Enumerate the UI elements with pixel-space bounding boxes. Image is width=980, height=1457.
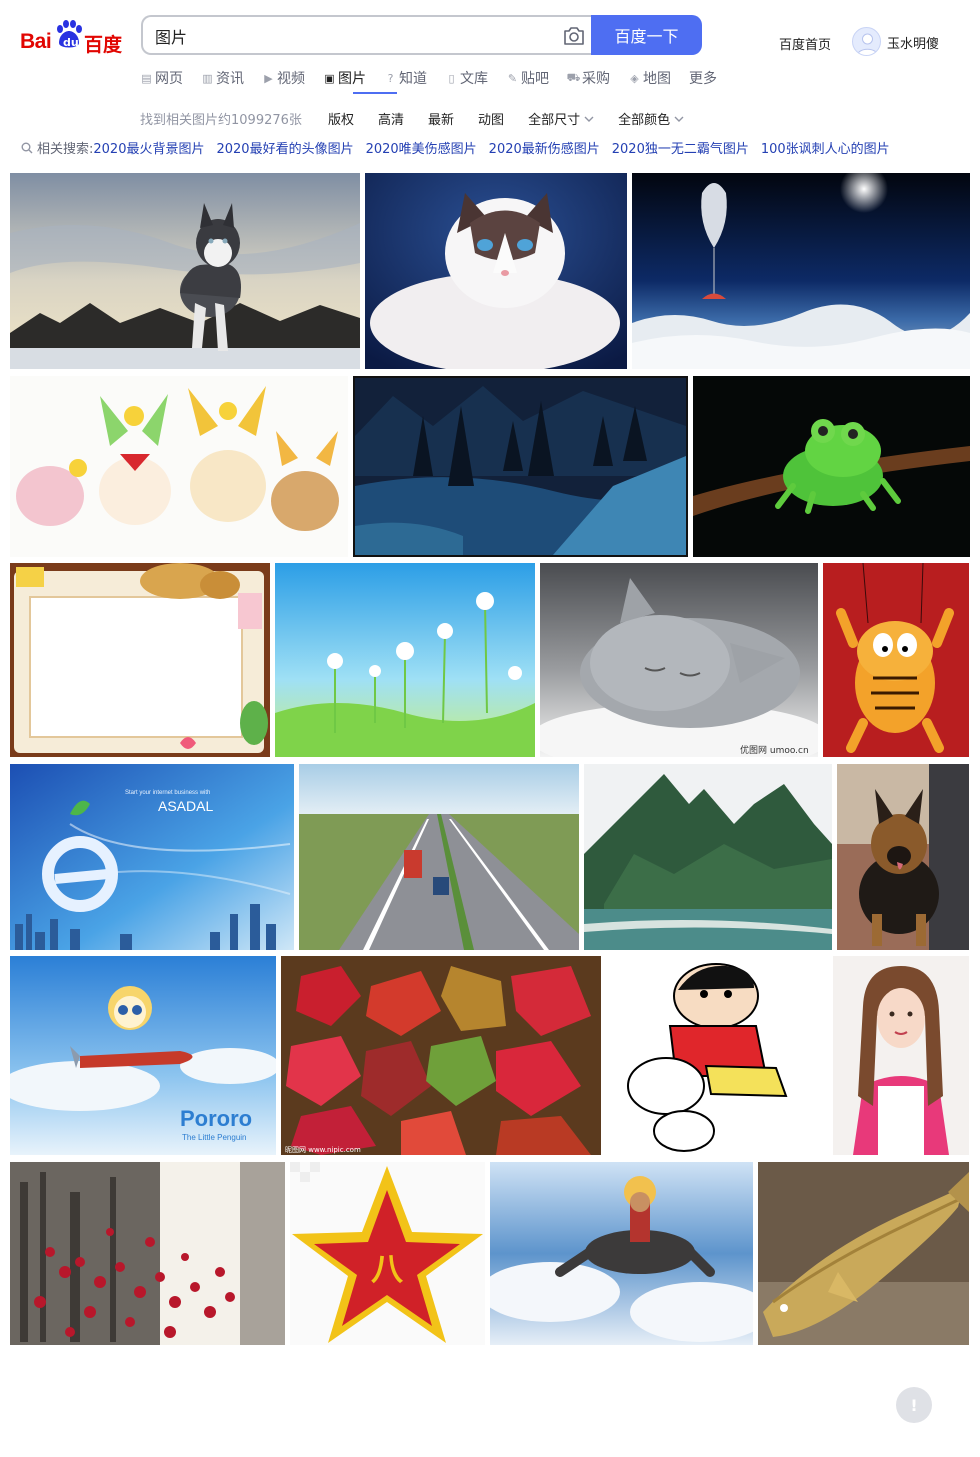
tab-label: 视频 [277, 71, 305, 87]
tab-3[interactable]: ▣ 图片 [323, 67, 366, 89]
logo-text-bai: Bai [20, 30, 52, 53]
filter-5[interactable]: 全部颜色 [618, 109, 684, 128]
related-link-4[interactable]: 2020独一无二霸气图片 [612, 138, 749, 157]
feedback-button[interactable]: ! [896, 1387, 932, 1423]
image-cartoon-deer[interactable] [10, 376, 348, 557]
tab-label: 网页 [155, 71, 183, 87]
result-count: 找到相关图片约1099276张 [140, 113, 302, 128]
image-ragdoll-cat[interactable] [365, 173, 627, 369]
tab-7[interactable]: ⛟ 采购 [567, 67, 610, 89]
filter-label: 动图 [478, 113, 505, 128]
image-red-star[interactable]: 八 [290, 1162, 485, 1345]
leaves-watermark: 昵图网 www.nipic.com [285, 1146, 361, 1154]
filter-label: 全部颜色 [618, 113, 671, 128]
tab-label: 更多 [689, 71, 717, 87]
image-dandelion[interactable] [275, 563, 535, 757]
related-link-0[interactable]: 2020最火背景图片 [93, 138, 204, 157]
filter-label: 全部尺寸 [528, 113, 581, 128]
doc-icon: ▯ [448, 71, 455, 85]
tab-label: 贴吧 [521, 71, 549, 87]
image-bear-frame[interactable] [10, 563, 270, 757]
image-red-petals-church[interactable] [10, 1162, 285, 1345]
asadal-text: ASADAL [158, 798, 213, 814]
pororo-subtitle: The Little Penguin [182, 1133, 247, 1142]
image-portrait-girl[interactable] [833, 956, 969, 1155]
map-icon: ◈ [630, 71, 639, 85]
filter-label: 版权 [328, 113, 355, 128]
search-icon [21, 142, 33, 153]
tab-1[interactable]: ▥ 资讯 [201, 67, 244, 89]
nav-tabs: ▤ 网页 ▥ 资讯 ▶ 视频 ▣ 图片? 知道 ▯ 文库 ✎ 贴吧 ⛟ 采购 ◈ 地图 更多 [140, 67, 735, 89]
web-icon: ▤ [141, 71, 152, 85]
filter-3[interactable]: 动图 [478, 109, 504, 128]
related-link-1[interactable]: 2020最好看的头像图片 [216, 138, 353, 157]
active-tab-underline [353, 92, 397, 94]
image-asadal-banner[interactable]: ASADAL Start your internet business with [10, 764, 294, 950]
tab-5[interactable]: ▯ 文库 [445, 67, 488, 89]
filter-bar: 版权 高清 最新 动图 全部尺寸 全部颜色 [328, 109, 708, 128]
tab-6[interactable]: ✎ 贴吧 [506, 67, 549, 89]
related-searches: 相关搜索: 2020最火背景图片 2020最好看的头像图片 2020唯美伤感图片 20… [21, 138, 902, 157]
search-box [141, 15, 591, 55]
tab-9[interactable]: 更多 [689, 67, 717, 89]
username[interactable]: 玉水明傻 [887, 33, 939, 52]
image-pororo[interactable]: Pororo The Little Penguin [10, 956, 276, 1155]
filter-label: 最新 [428, 113, 455, 128]
image-garfield[interactable] [823, 563, 969, 757]
tab-2[interactable]: ▶ 视频 [262, 67, 305, 89]
camera-icon[interactable] [562, 25, 586, 47]
tab-4[interactable]: ? 知道 [384, 67, 427, 89]
related-link-5[interactable]: 100张讽刺人心的图片 [761, 138, 890, 157]
user-icon [856, 33, 879, 55]
tab-label: 采购 [582, 71, 610, 87]
image-karst-mountains[interactable] [584, 764, 832, 950]
tab-label: 资讯 [216, 71, 244, 87]
filter-1[interactable]: 高清 [378, 109, 404, 128]
tab-8[interactable]: ◈ 地图 [628, 67, 671, 89]
cart-icon: ⛟ [566, 70, 581, 84]
filter-4[interactable]: 全部尺寸 [528, 109, 594, 128]
image-crayon-shinchan[interactable] [606, 956, 828, 1155]
logo-text-du: du [63, 36, 79, 49]
tab-label: 图片 [338, 71, 366, 87]
search-button[interactable]: 百度一下 [591, 15, 702, 55]
image-red-leaves[interactable]: 昵图网 www.nipic.com [281, 956, 601, 1155]
baidu-logo[interactable]: Bai du 百度 [18, 16, 124, 56]
image-german-shepherd[interactable] [837, 764, 969, 950]
asadal-tagline: Start your internet business with [125, 790, 210, 796]
filter-0[interactable]: 版权 [328, 109, 354, 128]
related-link-2[interactable]: 2020唯美伤感图片 [366, 138, 477, 157]
filter-2[interactable]: 最新 [428, 109, 454, 128]
search-input[interactable] [155, 25, 535, 47]
image-night-forest[interactable] [353, 376, 688, 557]
image-tree-frog[interactable] [693, 376, 970, 557]
star-char: 八 [371, 1250, 404, 1288]
related-link-3[interactable]: 2020最新伤感图片 [489, 138, 600, 157]
image-monkey-king[interactable] [490, 1162, 753, 1345]
question-icon: ? [387, 71, 394, 85]
image-fish[interactable] [758, 1162, 969, 1345]
pororo-title: Pororo [180, 1106, 252, 1131]
filter-label: 高清 [378, 113, 405, 128]
chevron-down-icon [674, 116, 684, 122]
tab-0[interactable]: ▤ 网页 [140, 67, 183, 89]
home-link[interactable]: 百度首页 [779, 34, 831, 53]
video-icon: ▶ [264, 71, 273, 85]
tab-label: 文库 [460, 71, 488, 87]
tieba-icon: ✎ [507, 71, 518, 85]
tab-label: 地图 [643, 71, 671, 87]
chevron-down-icon [584, 116, 594, 122]
image-balloon-space[interactable] [632, 173, 970, 369]
image-sleeping-kitten[interactable]: 优图网 umoo.cn [540, 563, 818, 757]
image-husky[interactable] [10, 173, 360, 369]
avatar[interactable] [852, 27, 881, 56]
tab-label: 知道 [399, 71, 427, 87]
kitten-watermark: 优图网 umoo.cn [740, 744, 809, 756]
news-icon: ▥ [202, 71, 213, 85]
logo-text-chinese: 百度 [84, 34, 123, 56]
related-label: 相关搜索: [37, 142, 94, 157]
image-highway[interactable] [299, 764, 579, 950]
image-icon: ▣ [324, 71, 335, 85]
